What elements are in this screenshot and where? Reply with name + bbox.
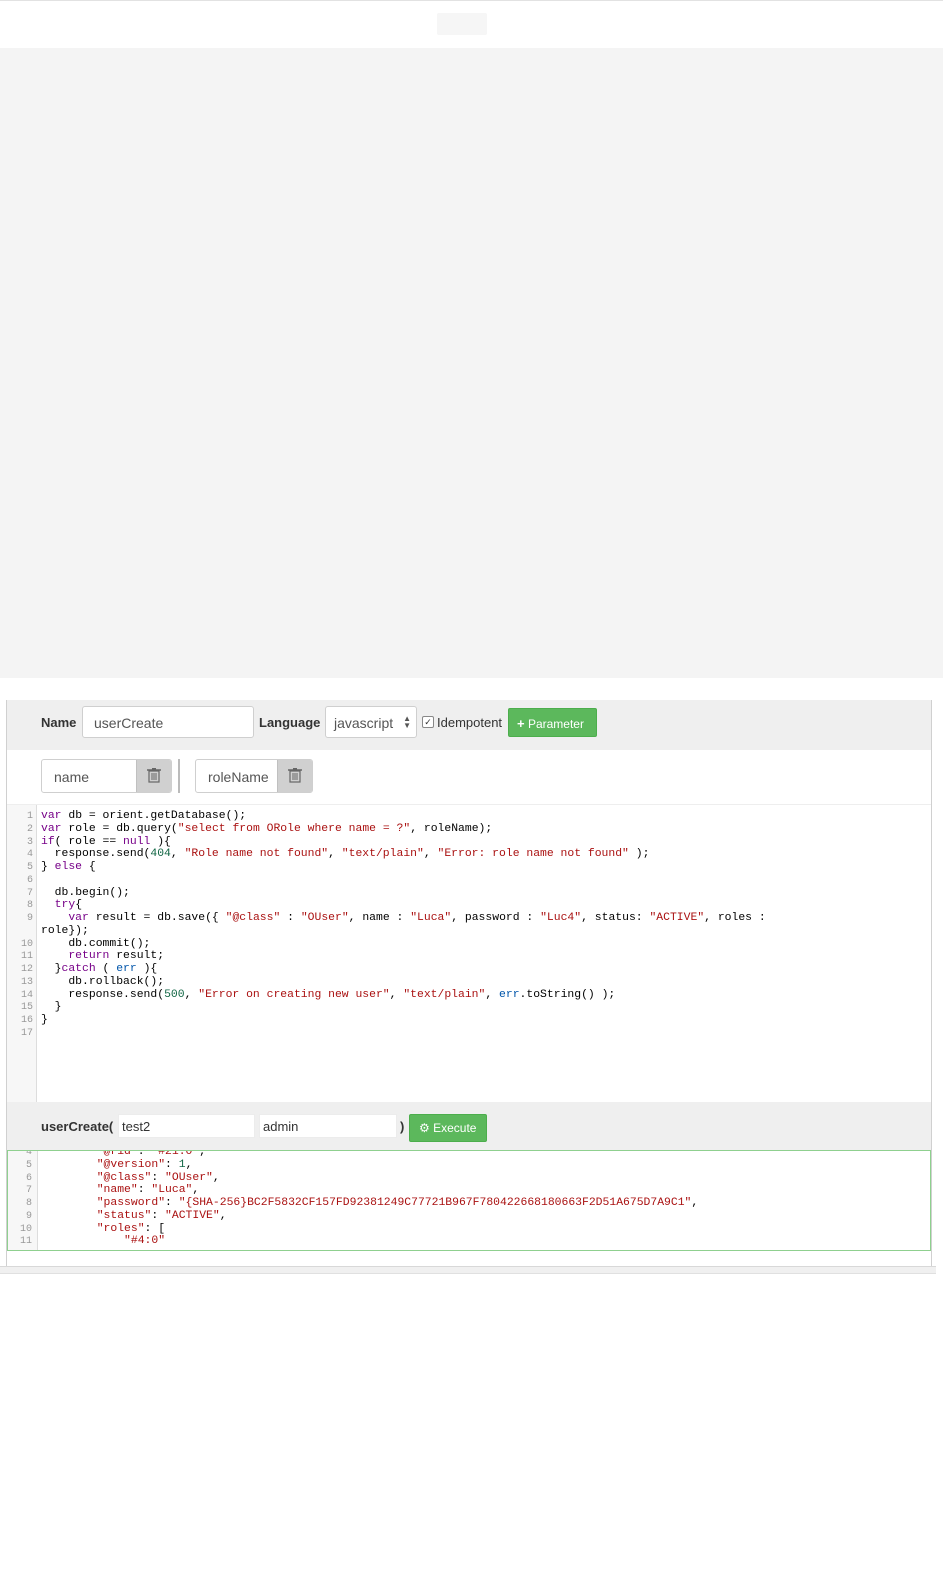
close-paren: ) [400, 1119, 405, 1134]
result-line: "roles": [ [96, 1222, 166, 1235]
empty-content-area [0, 48, 943, 678]
result-line: "@class": "OUser", [96, 1171, 220, 1184]
top-bar [0, 0, 943, 49]
remove-parameter-button[interactable] [277, 760, 312, 792]
line-number: 2 [26, 823, 33, 835]
function-editor-panel: Name userCreate Language javascript ▲ ▼ ✓… [6, 700, 932, 1266]
code-line: return result; [68, 950, 165, 963]
result-line: "#4:0" [124, 1235, 166, 1248]
code-line: } [41, 1014, 48, 1026]
result-line-number: 8 [25, 1198, 32, 1209]
execute-button[interactable]: ⚙ Execute [409, 1114, 487, 1142]
result-line: "@rid": "#21:0", [96, 1150, 207, 1158]
line-number: 16 [20, 1015, 33, 1026]
line-number: 12 [20, 964, 33, 975]
language-value: javascript [334, 715, 394, 731]
function-call-label: userCreate( [41, 1119, 114, 1134]
parameter-value: name [54, 769, 90, 785]
code-line: try{ [54, 899, 83, 912]
add-parameter-label: Parameter [527, 717, 584, 731]
result-output[interactable]: 4 5 6 7 8 9 10 11 "@rid": "#21:0", "@version": … [7, 1150, 931, 1251]
remove-parameter-button[interactable] [136, 760, 171, 792]
idempotent-label: Idempotent [437, 715, 503, 730]
result-line-number: 5 [25, 1159, 32, 1171]
code-line: var role = db.query("select from ORole w… [41, 822, 493, 835]
top-tab-placeholder[interactable] [437, 13, 487, 35]
execute-bar: userCreate( test2 admin ) ⚙ Execute [7, 1102, 931, 1150]
line-number: 6 [26, 874, 33, 886]
line-number: 4 [26, 849, 33, 861]
parameter-value: roleName [208, 769, 269, 785]
code-line: db.begin(); [54, 886, 130, 899]
trash-icon [147, 768, 161, 783]
parameter-field-name[interactable]: name [41, 759, 172, 793]
parameter-separator [178, 759, 180, 793]
line-number: 8 [26, 900, 33, 912]
function-header: Name userCreate Language javascript ▲ ▼ ✓… [7, 700, 931, 750]
line-number: 3 [26, 836, 33, 848]
result-line: "name": "Luca", [96, 1184, 200, 1197]
result-line-number: 10 [19, 1223, 32, 1235]
select-arrows-icon: ▲ ▼ [403, 714, 411, 730]
result-line-number: 6 [25, 1172, 32, 1184]
code-line: } [41, 1001, 62, 1014]
parameters-row: name roleName [7, 750, 931, 804]
add-parameter-button[interactable]: + Parameter [508, 708, 597, 737]
language-label: Language [259, 715, 321, 730]
code-line: var result = db.save({ "@class" : "OUser… [68, 912, 766, 924]
result-line-number: 9 [25, 1210, 32, 1222]
idempotent-checkbox[interactable]: ✓ [422, 716, 434, 728]
line-number: 7 [26, 887, 33, 899]
result-line-number: 11 [19, 1236, 32, 1248]
code-line: response.send(500, "Error on creating ne… [68, 988, 616, 1001]
execute-label: Execute [433, 1121, 477, 1135]
argument-input-name[interactable]: test2 [118, 1114, 255, 1138]
line-number: 11 [20, 951, 33, 963]
code-line: response.send(404, "Role name not found"… [54, 848, 650, 861]
line-number: 10 [20, 938, 33, 950]
line-number: 14 [20, 989, 33, 1001]
code-line: }catch ( err ){ [41, 963, 158, 975]
panel-bottom-edge [0, 1266, 936, 1274]
result-line: "password": "{SHA-256}BC2F5832CF157FD923… [96, 1197, 699, 1209]
line-number-gutter: 1 2 3 4 5 6 7 8 9 10 11 12 13 14 15 16 17 [7, 805, 37, 1103]
line-number: 17 [20, 1027, 33, 1039]
code-line: role}); [41, 924, 89, 937]
line-number: 1 [26, 811, 33, 822]
line-number: 5 [26, 862, 33, 873]
code-editor[interactable]: 1 2 3 4 5 6 7 8 9 10 11 12 13 14 15 16 17 var db = orien… [7, 804, 931, 1103]
code-line: var db = orient.getDatabase(); [41, 810, 247, 822]
gear-icon: ⚙ [419, 1121, 430, 1135]
line-number: 15 [20, 1002, 33, 1014]
trash-icon [288, 768, 302, 783]
result-line-number: 7 [25, 1185, 32, 1197]
code-line: db.rollback(); [68, 975, 165, 988]
language-select[interactable]: javascript ▲ ▼ [325, 706, 417, 738]
parameter-field-rolename[interactable]: roleName [195, 759, 313, 793]
name-label: Name [41, 715, 77, 730]
function-name-input[interactable]: userCreate [82, 706, 254, 738]
argument-input-rolename[interactable]: admin [259, 1114, 397, 1138]
result-line: "status": "ACTIVE", [96, 1209, 227, 1222]
result-line-number: 4 [25, 1150, 32, 1158]
code-line: if( role == null ){ [41, 835, 171, 848]
result-line-gutter: 4 5 6 7 8 9 10 11 [8, 1150, 38, 1250]
result-line: "@version": 1, [96, 1158, 193, 1171]
code-line: db.commit(); [68, 937, 151, 950]
line-number: 13 [20, 976, 33, 988]
code-line: } else { [41, 861, 96, 873]
plus-icon: + [517, 716, 525, 731]
line-number: 9 [26, 913, 33, 924]
